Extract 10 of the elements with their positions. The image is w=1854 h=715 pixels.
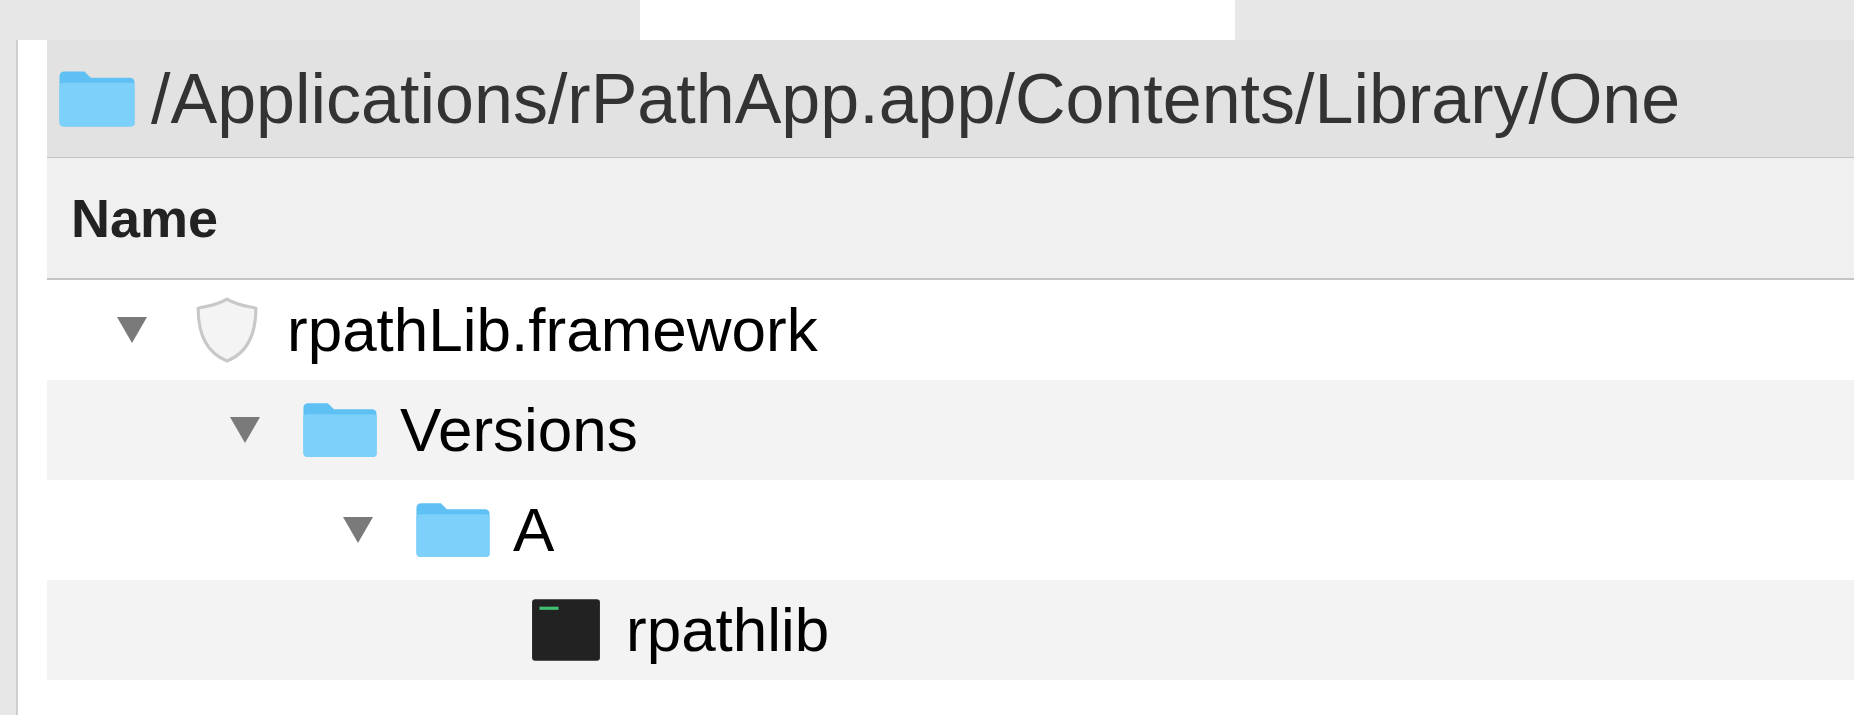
collapse-triangle-icon[interactable]	[115, 315, 149, 345]
collapse-triangle-icon[interactable]	[341, 515, 375, 545]
terminal-icon	[531, 598, 601, 662]
column-header[interactable]: Name	[71, 191, 219, 245]
collapse-triangle-icon[interactable]	[228, 415, 262, 445]
folder-icon	[301, 400, 379, 460]
shield-icon	[194, 295, 260, 365]
folder-icon	[414, 500, 492, 560]
file-name[interactable]: Versions	[400, 399, 638, 461]
file-name[interactable]: A	[513, 499, 555, 561]
